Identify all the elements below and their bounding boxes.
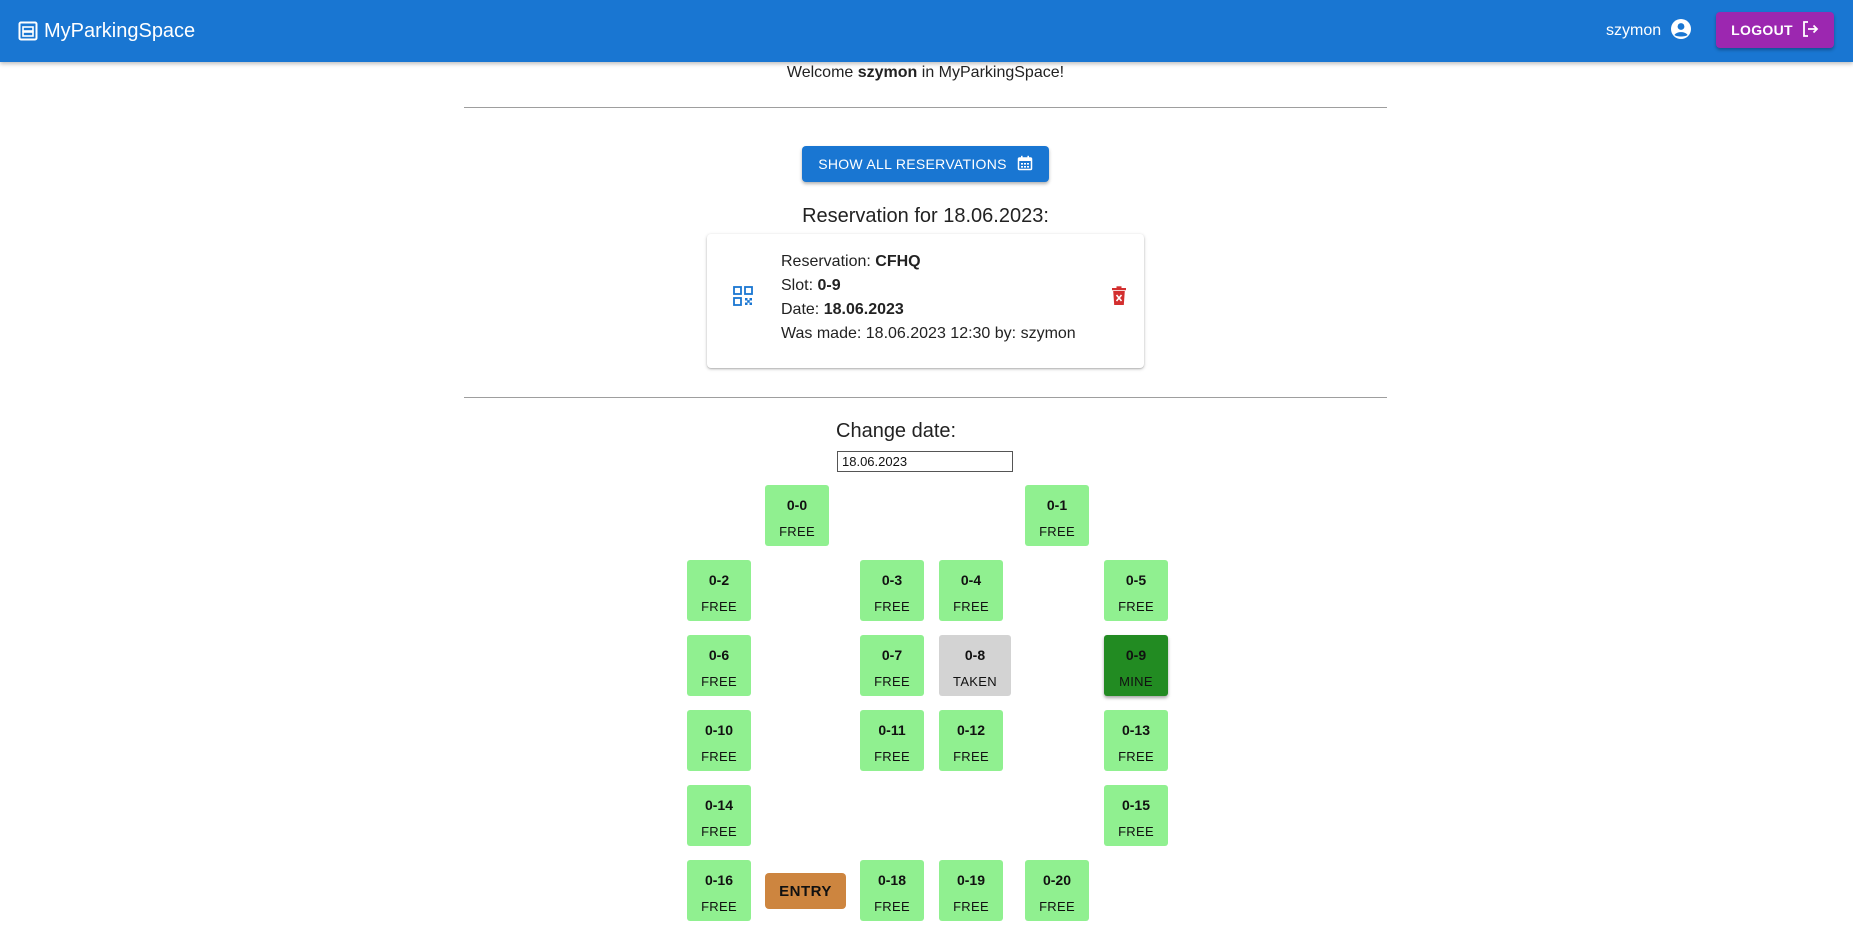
slot-status: FREE	[1039, 899, 1075, 914]
user-info: szymon	[1606, 0, 1692, 62]
parking-slot-0-1[interactable]: 0-1 FREE	[1025, 485, 1089, 546]
divider-middle	[464, 397, 1387, 398]
divider-top	[464, 107, 1387, 108]
parking-slot-0-5[interactable]: 0-5 FREE	[1104, 560, 1168, 621]
parking-slot-0-19[interactable]: 0-19 FREE	[939, 860, 1003, 921]
slot-status: FREE	[701, 674, 737, 689]
slot-id: 0-3	[881, 572, 903, 588]
reservation-code: CFHQ	[875, 253, 921, 270]
reservation-code-line: Reservation: CFHQ	[781, 250, 1076, 274]
slot-status: FREE	[1039, 524, 1075, 539]
show-all-reservations-button[interactable]: SHOW ALL RESERVATIONS	[802, 146, 1049, 182]
slot-id: 0-0	[786, 497, 808, 513]
parking-slot-0-0[interactable]: 0-0 FREE	[765, 485, 829, 546]
reservation-slot-label: Slot:	[781, 277, 814, 294]
parking-slot-0-13[interactable]: 0-13 FREE	[1104, 710, 1168, 771]
parking-slot-0-12[interactable]: 0-12 FREE	[939, 710, 1003, 771]
parking-slot-0-2[interactable]: 0-2 FREE	[687, 560, 751, 621]
app-bar: MyParkingSpace szymon LOGOUT	[0, 0, 1853, 62]
slot-id: 0-14	[704, 797, 734, 813]
reservation-made-line: Was made: 18.06.2023 12:30 by: szymon	[781, 325, 1076, 342]
reservation-card: Reservation: CFHQ Slot: 0-9 Date: 18.06.…	[707, 234, 1144, 368]
reservation-date-line: Date: 18.06.2023	[781, 298, 1076, 322]
slot-id: 0-7	[881, 647, 903, 663]
slot-status: FREE	[701, 824, 737, 839]
show-all-label: SHOW ALL RESERVATIONS	[818, 156, 1007, 172]
slot-status: FREE	[701, 599, 737, 614]
parking-slot-0-7[interactable]: 0-7 FREE	[860, 635, 924, 696]
slot-id: 0-10	[704, 722, 734, 738]
slot-id: 0-12	[956, 722, 986, 738]
parking-slot-0-8[interactable]: 0-8 TAKEN	[939, 635, 1011, 696]
slot-id: 0-13	[1121, 722, 1151, 738]
slot-status: FREE	[701, 749, 737, 764]
slot-id: 0-11	[878, 722, 906, 738]
reservation-details: Reservation: CFHQ Slot: 0-9 Date: 18.06.…	[781, 250, 1076, 346]
slot-id: 0-2	[708, 572, 730, 588]
slot-status: TAKEN	[953, 674, 997, 689]
logout-icon	[1801, 20, 1819, 41]
app-title: MyParkingSpace	[44, 19, 196, 42]
slot-status: FREE	[953, 899, 989, 914]
slot-id: 0-5	[1125, 572, 1147, 588]
slot-id: 0-19	[956, 872, 986, 888]
parking-slot-0-3[interactable]: 0-3 FREE	[860, 560, 924, 621]
parking-slot-0-11[interactable]: 0-11 FREE	[860, 710, 924, 771]
qr-code-icon[interactable]	[733, 286, 753, 311]
slot-status: FREE	[874, 749, 910, 764]
reservation-date-label: Date:	[781, 301, 820, 318]
reservation-slot-line: Slot: 0-9	[781, 274, 1076, 298]
parking-slot-0-16[interactable]: 0-16 FREE	[687, 860, 751, 921]
slot-status: FREE	[953, 599, 989, 614]
slot-status: FREE	[874, 674, 910, 689]
slot-id: 0-18	[877, 872, 907, 888]
slot-id: 0-8	[964, 647, 986, 663]
slot-id: 0-4	[960, 572, 982, 588]
slot-id: 0-1	[1046, 497, 1068, 513]
slot-status: FREE	[1118, 599, 1154, 614]
date-input[interactable]	[837, 451, 1013, 472]
welcome-suffix: in MyParkingSpace!	[921, 64, 1065, 81]
calendar-icon	[1017, 155, 1033, 174]
username-label: szymon	[1606, 22, 1662, 39]
slot-status: FREE	[1118, 749, 1154, 764]
slot-id: 0-20	[1042, 872, 1072, 888]
logout-button[interactable]: LOGOUT	[1716, 12, 1834, 48]
logout-label: LOGOUT	[1731, 22, 1793, 38]
parking-slot-0-15[interactable]: 0-15 FREE	[1104, 785, 1168, 846]
reservation-slot: 0-9	[817, 277, 841, 294]
reservation-date: 18.06.2023	[823, 301, 904, 318]
parking-slot-0-18[interactable]: 0-18 FREE	[860, 860, 924, 921]
slot-id: 0-9	[1125, 647, 1147, 663]
change-date-label: Change date:	[836, 420, 957, 442]
slot-status: FREE	[701, 899, 737, 914]
welcome-prefix: Welcome	[786, 64, 854, 81]
slot-status: FREE	[953, 749, 989, 764]
entry-marker: ENTRY	[765, 873, 846, 909]
slot-status: FREE	[874, 599, 910, 614]
parking-slot-0-9[interactable]: 0-9 MINE	[1104, 635, 1168, 696]
reservation-code-label: Reservation:	[781, 253, 871, 270]
parking-slot-0-4[interactable]: 0-4 FREE	[939, 560, 1003, 621]
parking-slot-0-14[interactable]: 0-14 FREE	[687, 785, 751, 846]
garage-icon	[18, 21, 38, 41]
delete-icon[interactable]	[1111, 286, 1127, 311]
slot-status: FREE	[779, 524, 815, 539]
reservation-heading: Reservation for 18.06.2023:	[802, 205, 1049, 227]
slot-status: FREE	[1118, 824, 1154, 839]
account-circle-icon[interactable]	[1670, 18, 1692, 45]
slot-id: 0-15	[1121, 797, 1151, 813]
slot-status: FREE	[874, 899, 910, 914]
welcome-username: szymon	[857, 64, 918, 81]
parking-slot-0-10[interactable]: 0-10 FREE	[687, 710, 751, 771]
slot-id: 0-16	[704, 872, 734, 888]
welcome-message: Welcome szymon in MyParkingSpace!	[464, 64, 1387, 82]
slot-status: MINE	[1119, 674, 1153, 689]
brand-link[interactable]: MyParkingSpace	[18, 0, 195, 62]
parking-slot-0-20[interactable]: 0-20 FREE	[1025, 860, 1089, 921]
slot-id: 0-6	[708, 647, 730, 663]
parking-slot-0-6[interactable]: 0-6 FREE	[687, 635, 751, 696]
